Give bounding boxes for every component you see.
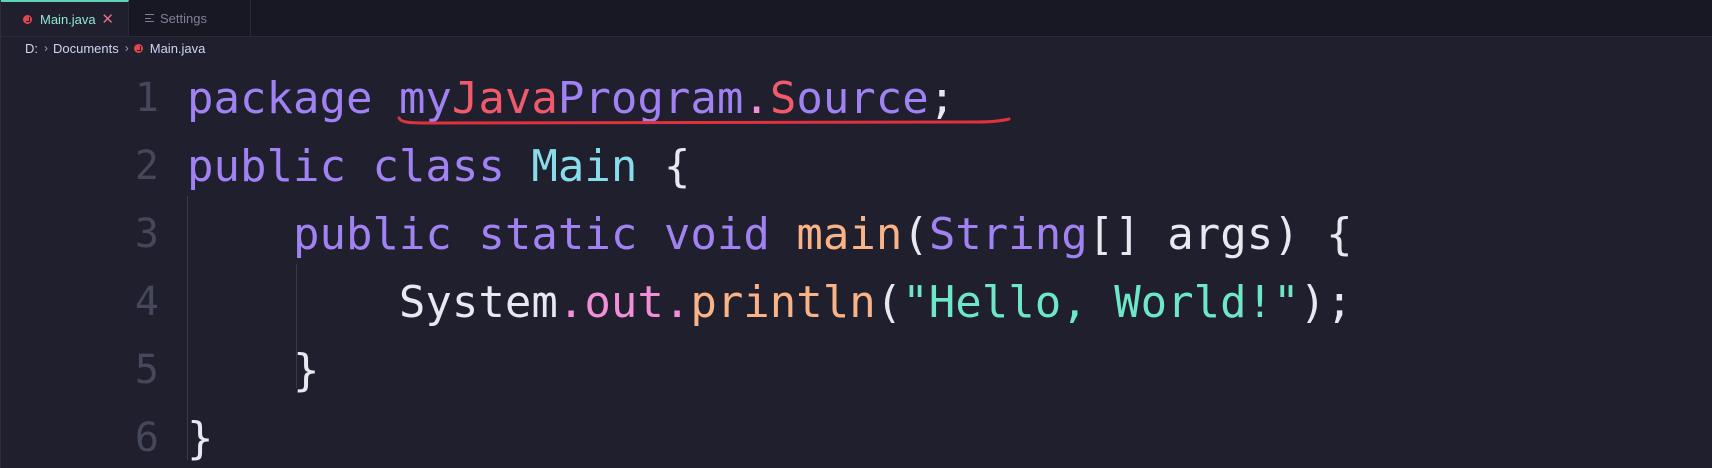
line-number: 4 (134, 279, 159, 325)
code-line-2: public class Main { (187, 140, 691, 192)
line-number: 2 (134, 143, 159, 189)
tab-label: Settings (160, 10, 207, 26)
java-icon (23, 14, 32, 24)
code-line-4: System.out.println("Hello, World!"); (398, 276, 1353, 328)
line-number: 3 (134, 211, 159, 257)
breadcrumb-folder[interactable]: Documents (53, 41, 119, 56)
settings-icon (145, 14, 154, 22)
breadcrumb-drive[interactable]: D: (25, 41, 38, 56)
code-line-3: public static void main(String[] args) { (292, 208, 1353, 260)
breadcrumb-file[interactable]: Main.java (133, 40, 206, 56)
line-number: 6 (134, 415, 159, 461)
chevron-right-icon: › (44, 41, 48, 55)
tab-settings[interactable]: Settings (129, 0, 251, 36)
java-icon (133, 43, 143, 53)
code-line-5: } (292, 344, 320, 396)
close-icon[interactable]: ✕ (101, 12, 114, 27)
error-underline (397, 116, 1011, 125)
tab-main-java[interactable]: Main.java ✕ (1, 0, 129, 36)
breadcrumb-file-label: Main.java (149, 40, 206, 56)
code-editor[interactable]: 1 package myJavaProgram.Source; 2 public… (1, 60, 1712, 468)
code-line-6: } (187, 412, 214, 464)
line-number: 5 (134, 347, 159, 393)
editor-window: Main.java ✕ Settings D: › Documents › Ma… (0, 0, 1712, 468)
tab-label: Main.java (40, 11, 96, 27)
breadcrumb: D: › Documents › Main.java (1, 37, 1712, 59)
chevron-right-icon: › (124, 41, 129, 55)
tab-bar: Main.java ✕ Settings (1, 0, 1712, 37)
line-number: 1 (134, 75, 159, 121)
